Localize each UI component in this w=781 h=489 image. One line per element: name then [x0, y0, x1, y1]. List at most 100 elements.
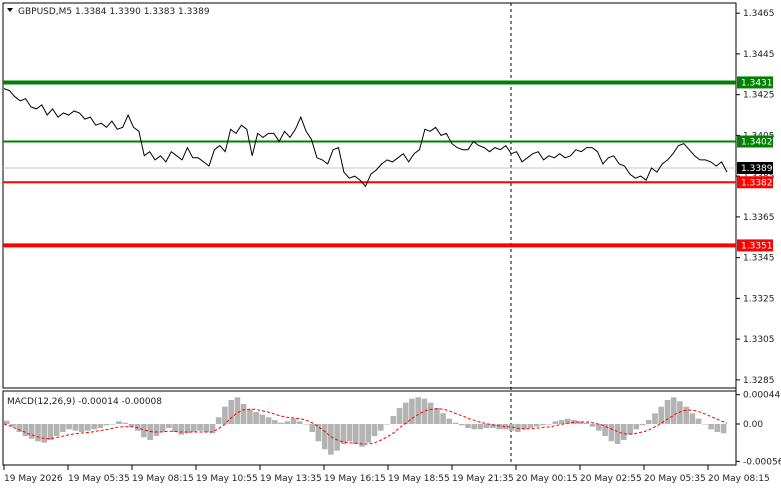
- macd-axis-ticks: 0.00044 0.00 -0.00056: [736, 391, 781, 467]
- macd-bar: [353, 424, 359, 444]
- macd-bar: [215, 417, 222, 424]
- macd-bar: [191, 424, 197, 432]
- time-tick-label: 19 May 13:35: [260, 474, 322, 484]
- macd-bar: [695, 418, 702, 424]
- macd-bar: [346, 424, 353, 442]
- level-price-label: 1.3351: [741, 241, 773, 251]
- time-tick-label: 19 May 2026: [4, 474, 63, 484]
- macd-bar: [16, 424, 23, 432]
- macd-bar: [702, 424, 708, 425]
- macd-bar: [197, 424, 203, 431]
- macd-bar: [296, 421, 303, 424]
- macd-bar: [53, 424, 60, 436]
- level-price-label: 1.3402: [741, 138, 773, 148]
- macd-bar: [203, 424, 209, 432]
- macd-bar: [97, 424, 104, 428]
- macd-bar: [290, 418, 297, 424]
- price-tick-label: 1.3325: [743, 294, 775, 304]
- macd-bar: [284, 421, 291, 424]
- macd-bar: [689, 413, 696, 424]
- macd-bar: [621, 424, 627, 440]
- macd-bar: [228, 400, 234, 424]
- symbol-label: GBPUSD,M5: [18, 7, 72, 17]
- level-labels: 1.3431 1.3402 1.3382 1.3351 1.3389: [737, 76, 773, 252]
- macd-bar: [315, 424, 322, 442]
- macd-bar: [72, 424, 79, 431]
- macd-bar: [159, 424, 166, 432]
- macd-bar: [683, 406, 689, 424]
- macd-bar: [247, 409, 253, 424]
- macd-bar: [321, 424, 328, 450]
- price-tick-label: 1.3445: [743, 50, 775, 60]
- level-price-label: 1.3382: [741, 178, 773, 188]
- macd-bar: [122, 422, 128, 424]
- time-tick-label: 20 May 05:35: [644, 474, 706, 484]
- current-price-label: 1.3389: [741, 164, 773, 174]
- price-tick-label: 1.3345: [743, 254, 775, 264]
- macd-bar: [60, 424, 66, 432]
- macd-bar: [546, 424, 552, 425]
- macd-bar: [234, 397, 241, 424]
- macd-bar: [527, 424, 534, 428]
- macd-bar: [646, 420, 652, 424]
- time-tick-label: 19 May 05:35: [68, 474, 130, 484]
- macd-bar: [110, 424, 116, 425]
- macd-bar: [496, 424, 502, 430]
- price-tick-label: 1.3285: [743, 376, 775, 386]
- macd-bar: [153, 424, 160, 436]
- macd-bar: [378, 424, 384, 431]
- macd-bar: [589, 424, 596, 427]
- macd-bar: [434, 408, 440, 424]
- macd-bar: [371, 424, 378, 436]
- macd-bar: [334, 424, 340, 451]
- macd-bar: [540, 424, 546, 426]
- macd-bar: [452, 422, 459, 424]
- macd-bar: [328, 424, 334, 455]
- time-tick-label: 19 May 21:35: [452, 474, 514, 484]
- macd-bar: [427, 402, 434, 424]
- macd-bar: [708, 424, 714, 430]
- macd-bar: [533, 424, 540, 427]
- macd-bar: [265, 417, 272, 424]
- macd-bar: [670, 397, 677, 424]
- macd-bar: [440, 413, 446, 424]
- macd-bar: [4, 420, 10, 424]
- time-tick-label: 20 May 02:55: [580, 474, 642, 484]
- macd-bar: [116, 421, 122, 424]
- macd-bar: [614, 424, 621, 444]
- time-tick-label: 19 May 16:15: [324, 474, 386, 484]
- macd-bar: [664, 400, 671, 424]
- macd-bar: [639, 424, 646, 426]
- macd-bar: [66, 424, 72, 430]
- macd-bar: [477, 424, 484, 430]
- ohlc-label: 1.3384 1.3390 1.3383 1.3389: [75, 7, 210, 17]
- macd-bar: [558, 420, 565, 424]
- macd-bar: [652, 413, 658, 424]
- time-tick-label: 20 May 00:15: [516, 474, 578, 484]
- main-chart-frame[interactable]: [2, 2, 737, 389]
- level-price-label: 1.3431: [741, 78, 773, 88]
- macd-bar: [35, 424, 41, 442]
- macd-bar: [471, 424, 478, 430]
- macd-bar: [78, 424, 85, 432]
- macd-bar: [608, 424, 615, 442]
- macd-label: MACD(12,26,9) -0.00014 -0.00008: [7, 397, 162, 407]
- macd-bar: [446, 418, 453, 424]
- price-tick-label: 1.3365: [743, 213, 775, 223]
- macd-bar: [402, 402, 409, 424]
- macd-bar: [22, 424, 29, 436]
- macd-bar: [166, 424, 172, 428]
- time-tick-label: 20 May 08:15: [708, 474, 770, 484]
- macd-bar: [465, 424, 471, 428]
- macd-bar: [309, 424, 315, 432]
- macd-bar: [583, 422, 590, 424]
- macd-bar: [390, 416, 396, 424]
- macd-bar: [172, 424, 178, 432]
- macd-bar: [128, 424, 135, 427]
- macd-tick-label: 0.00: [743, 420, 763, 430]
- time-axis-ticks: 19 May 2026 19 May 05:35 19 May 08:15 19 Ma…: [3, 465, 770, 484]
- macd-bar: [272, 420, 278, 424]
- chart-canvas[interactable]: 1.34651.34451.34251.34051.33851.33651.33…: [0, 0, 781, 489]
- macd-bar: [627, 424, 633, 435]
- macd-bar: [278, 422, 284, 424]
